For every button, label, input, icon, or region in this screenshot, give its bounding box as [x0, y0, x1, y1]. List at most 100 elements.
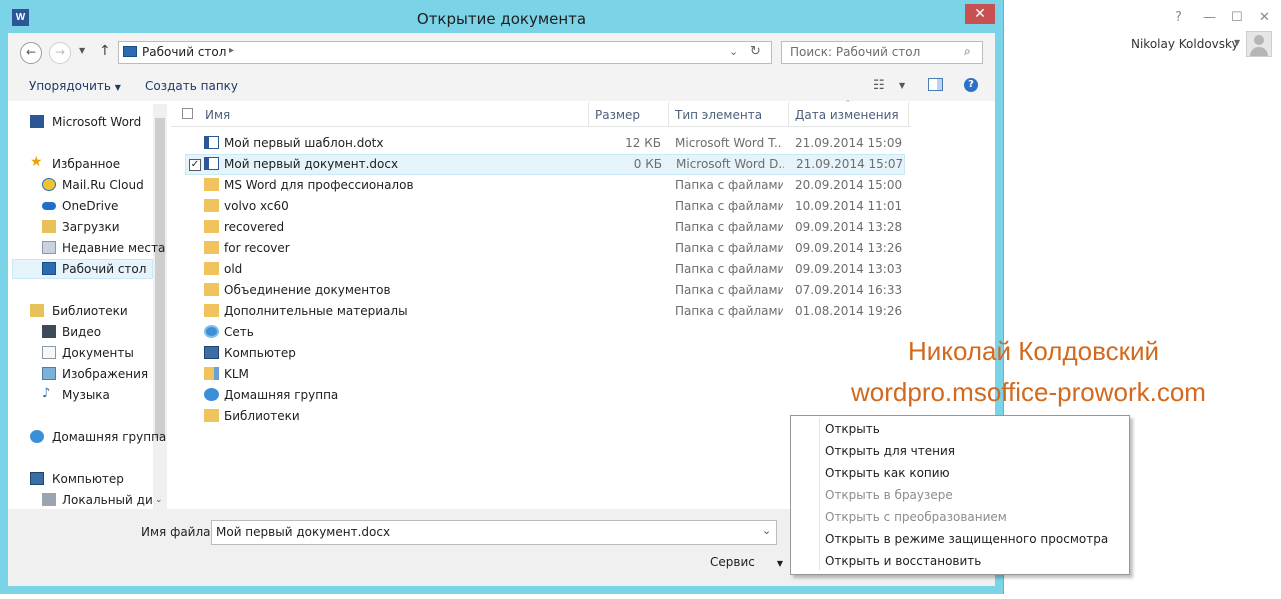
help-icon[interactable]: ? — [964, 78, 978, 92]
chevron-down-icon[interactable]: ⌄ — [729, 45, 738, 58]
row-checkbox[interactable]: ✓ — [189, 159, 201, 171]
window-close-button[interactable]: ✕ — [1259, 10, 1270, 25]
file-row[interactable]: Компьютер — [185, 343, 905, 364]
chevron-right-icon[interactable]: ▸ — [229, 45, 234, 56]
address-path[interactable]: Рабочий стол — [142, 45, 226, 59]
video-icon — [42, 325, 56, 338]
back-button[interactable]: ← — [20, 42, 42, 64]
file-row[interactable]: MS Word для профессионалов Папка с файла… — [185, 175, 905, 196]
column-separator[interactable] — [788, 102, 789, 126]
sidebar-item-documents[interactable]: Документы — [12, 343, 153, 363]
word-icon — [30, 115, 44, 128]
sidebar-item-libraries[interactable]: Библиотеки — [12, 301, 153, 321]
file-row[interactable]: Домашняя группа — [185, 385, 905, 406]
file-row[interactable]: volvo xc60 Папка с файлами 10.09.2014 11… — [185, 196, 905, 217]
file-row[interactable]: recovered Папка с файлами 09.09.2014 13:… — [185, 217, 905, 238]
column-header-type[interactable]: Тип элемента — [675, 108, 762, 122]
file-row[interactable]: KLM — [185, 364, 905, 385]
menu-item-open-protected-view[interactable]: Открыть в режиме защищенного просмотра — [825, 532, 1108, 546]
network-icon — [204, 325, 219, 338]
dialog-title: Открытие документа — [416, 10, 587, 28]
address-bar[interactable]: Рабочий стол ▸ ⌄ ↻ — [118, 41, 772, 64]
forward-button[interactable]: → — [49, 42, 71, 64]
chevron-down-icon[interactable]: ▼ — [1234, 38, 1240, 47]
sidebar-item-downloads[interactable]: Загрузки — [12, 217, 153, 237]
sidebar-item-music[interactable]: ♪ Музыка — [12, 385, 153, 405]
column-separator[interactable] — [908, 102, 909, 126]
recent-locations-icon[interactable]: ▼ — [79, 46, 85, 55]
maximize-button[interactable]: ☐ — [1231, 10, 1243, 25]
sidebar-item-homegroup[interactable]: Домашняя группа — [12, 427, 166, 447]
scroll-down-icon[interactable]: ⌄ — [155, 495, 163, 505]
star-icon: ★ — [30, 154, 43, 170]
search-box[interactable]: Поиск: Рабочий стол ⌕ — [781, 41, 983, 64]
help-button[interactable]: ? — [1175, 10, 1182, 25]
close-button[interactable]: ✕ — [965, 4, 995, 24]
filename-input[interactable]: Мой первый документ.docx ⌄ — [211, 520, 777, 545]
cloud-icon — [42, 178, 56, 191]
folder-icon — [204, 262, 219, 275]
column-header-date[interactable]: Дата изменения — [795, 108, 899, 122]
desktop-icon — [42, 262, 56, 275]
sidebar-item-video[interactable]: Видео — [12, 322, 153, 342]
file-row-selected[interactable]: ✓ Мой первый документ.docx 0 КБ Microsof… — [185, 154, 905, 175]
menu-item-open-and-repair[interactable]: Открыть и восстановить — [825, 554, 981, 568]
avatar[interactable] — [1246, 31, 1272, 57]
file-row[interactable]: Объединение документов Папка с файлами 0… — [185, 280, 905, 301]
menu-item-open[interactable]: Открыть — [825, 422, 880, 436]
sidebar-item-local-drive[interactable]: Локальный диск — [12, 490, 153, 508]
sidebar-item-favorites[interactable]: ★ Избранное — [12, 154, 153, 174]
chevron-down-icon[interactable]: ▼ — [899, 81, 905, 90]
computer-icon — [204, 346, 219, 359]
sidebar-item-recent-places[interactable]: Недавние места — [12, 238, 165, 258]
user-name[interactable]: Nikolay Koldovsky — [1131, 37, 1239, 51]
sidebar-item-microsoft-word[interactable]: Microsoft Word — [12, 112, 153, 132]
up-button[interactable]: ↑ — [99, 43, 111, 59]
menu-item-open-as-copy[interactable]: Открыть как копию — [825, 466, 950, 480]
new-folder-button[interactable]: Создать папку — [145, 79, 238, 93]
word-doc-icon — [204, 136, 219, 149]
file-row[interactable]: for recover Папка с файлами 09.09.2014 1… — [185, 238, 905, 259]
watermark-site: wordpro.msoffice-prowork.com — [851, 377, 1206, 407]
menu-item-open-read-only[interactable]: Открыть для чтения — [825, 444, 955, 458]
sidebar-item-desktop[interactable]: Рабочий стол — [12, 259, 153, 279]
search-icon[interactable]: ⌕ — [964, 44, 971, 59]
homegroup-icon — [204, 388, 219, 401]
user-folder-icon — [204, 367, 219, 380]
sidebar-item-onedrive[interactable]: OneDrive — [12, 196, 153, 216]
organize-button[interactable]: Упорядочить ▼ — [29, 79, 121, 93]
watermark-author: Николай Колдовский — [908, 336, 1160, 366]
homegroup-icon — [30, 430, 44, 443]
folder-icon — [204, 241, 219, 254]
file-row[interactable]: old Папка с файлами 09.09.2014 13:03 — [185, 259, 905, 280]
sidebar-item-images[interactable]: Изображения — [12, 364, 153, 384]
sidebar-item-computer[interactable]: Компьютер — [12, 469, 153, 489]
filename-value: Мой первый документ.docx — [216, 525, 391, 539]
column-separator[interactable] — [668, 102, 669, 126]
scrollbar-thumb[interactable] — [155, 118, 165, 438]
folder-icon — [204, 199, 219, 212]
file-row[interactable]: Сеть — [185, 322, 905, 343]
chevron-down-icon[interactable]: ⌄ — [762, 524, 771, 537]
recent-places-icon — [42, 241, 56, 254]
select-all-checkbox[interactable] — [182, 108, 193, 119]
music-icon: ♪ — [42, 386, 51, 401]
sort-indicator-icon: ⌃ — [845, 99, 851, 107]
column-header-size[interactable]: Размер — [595, 108, 640, 122]
tools-button[interactable]: Сервис ▼ — [710, 555, 783, 569]
refresh-icon[interactable]: ↻ — [750, 44, 761, 59]
column-header-name[interactable]: Имя — [205, 108, 230, 122]
minimize-button[interactable]: — — [1203, 10, 1216, 25]
menu-item-open-with-transform: Открыть с преобразованием — [825, 510, 1007, 524]
libraries-icon — [30, 304, 44, 317]
filename-label: Имя файла: — [141, 525, 215, 539]
sidebar-item-mailru-cloud[interactable]: Mail.Ru Cloud — [12, 175, 153, 195]
column-separator[interactable] — [588, 102, 589, 126]
preview-pane-icon[interactable] — [928, 78, 943, 91]
search-input[interactable]: Поиск: Рабочий стол — [790, 45, 920, 59]
downloads-icon — [42, 220, 56, 233]
file-row[interactable]: Мой первый шаблон.dotx 12 КБ Microsoft W… — [185, 133, 905, 154]
view-options-icon[interactable]: ☷ — [873, 78, 885, 93]
menu-item-open-in-browser: Открыть в браузере — [825, 488, 953, 502]
file-row[interactable]: Дополнительные материалы Папка с файлами… — [185, 301, 905, 322]
